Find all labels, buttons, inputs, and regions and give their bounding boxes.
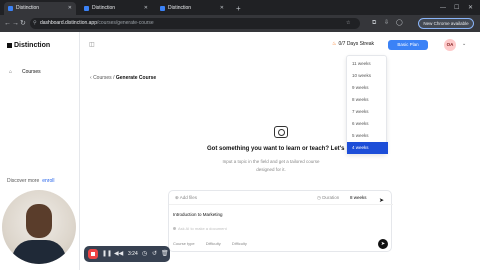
- duration-option[interactable]: 10 weeks: [347, 70, 388, 82]
- favicon-icon: [160, 6, 165, 11]
- presenter-shirt: [12, 240, 66, 264]
- course-type-select[interactable]: Course type: [173, 241, 195, 246]
- send-button[interactable]: ➤: [378, 239, 388, 249]
- browser-tab-2[interactable]: Distinction ✕: [80, 2, 152, 15]
- back-icon[interactable]: ←: [4, 18, 11, 29]
- sidebar-toggle-icon[interactable]: ◫: [89, 41, 95, 48]
- add-files-label: Add files: [179, 195, 198, 200]
- reload-icon[interactable]: ↻: [20, 18, 26, 29]
- discover-more: Discover more enroll: [7, 178, 54, 184]
- breadcrumb-back-icon[interactable]: ‹: [90, 75, 92, 81]
- chrome-update-button[interactable]: New Chrome available: [418, 18, 474, 29]
- timer-icon[interactable]: ◷: [142, 248, 147, 260]
- streak-indicator: ♨ 0/7 Days Streak: [332, 41, 374, 47]
- maximize-icon[interactable]: ☐: [454, 2, 459, 15]
- update-label: New Chrome available: [423, 21, 469, 26]
- mouse-cursor-icon: ➤: [379, 198, 385, 204]
- duration-option-selected[interactable]: 4 weeks: [347, 142, 388, 154]
- duration-dropdown: 11 weeks 10 weeks 9 weeks 8 weeks 7 week…: [346, 55, 388, 154]
- close-window-icon[interactable]: ✕: [468, 2, 473, 15]
- duration-option[interactable]: 6 weeks: [347, 118, 388, 130]
- breadcrumb-current: Generate Course: [115, 75, 157, 81]
- home-icon: ⌂: [9, 69, 13, 75]
- address-row: ← → ↻ ⚲ dashboard.distinction.app/course…: [0, 15, 480, 32]
- send-icon: ➤: [380, 241, 386, 247]
- close-tab-icon[interactable]: ✕: [220, 2, 224, 15]
- topic-input[interactable]: Introduction to Marketing: [173, 212, 223, 217]
- bookmark-icon[interactable]: ☆: [346, 18, 350, 29]
- webcam-overlay: [2, 190, 76, 264]
- difficulty-select[interactable]: Difficulty: [206, 241, 221, 246]
- presenter-face: [26, 204, 52, 238]
- extensions-icon[interactable]: ⧉: [372, 18, 376, 29]
- sidebar-item-courses[interactable]: ⌂ Courses: [9, 69, 41, 75]
- duration-option[interactable]: 11 weeks: [347, 58, 388, 70]
- browser-tab-1[interactable]: Distinction ✕: [4, 2, 76, 15]
- recorder-controls: ❚❚ ◀◀ 3:24 ◷ ↺ 🗑: [84, 246, 170, 262]
- breadcrumb-courses[interactable]: Courses: [93, 75, 112, 81]
- logo-text: Distinction: [14, 42, 51, 49]
- duration-option[interactable]: 8 weeks: [347, 94, 388, 106]
- duration-label: ◷ Duration: [317, 195, 339, 201]
- duration-option[interactable]: 5 weeks: [347, 130, 388, 142]
- minimize-icon[interactable]: —: [440, 2, 446, 15]
- close-tab-icon[interactable]: ✕: [144, 2, 148, 15]
- composer-toolbar: ⊕ Add files ◷ Duration 8 weeks ➤: [169, 191, 393, 205]
- close-tab-icon[interactable]: ✕: [68, 2, 72, 15]
- sparkle-camera-icon: [274, 126, 288, 138]
- address-bar[interactable]: ⚲ dashboard.distinction.app/courses/gene…: [30, 18, 360, 29]
- forward-icon[interactable]: →: [12, 18, 19, 29]
- tab-title: Distinction: [16, 5, 40, 11]
- ai-hint: Ask AI to make a document: [173, 226, 227, 231]
- browser-chrome: Distinction ✕ Distinction ✕ Distinction …: [0, 0, 480, 32]
- browser-tab-3[interactable]: Distinction ✕: [156, 2, 228, 15]
- ai-dot-icon: [173, 227, 176, 230]
- avatar[interactable]: OA: [444, 39, 456, 51]
- recording-time: 3:24: [128, 251, 138, 257]
- tab-title: Distinction: [168, 5, 192, 11]
- favicon-icon: [84, 6, 89, 11]
- delete-icon[interactable]: 🗑: [161, 248, 169, 260]
- discover-text: Discover more: [7, 178, 40, 184]
- duration-option[interactable]: 9 weeks: [347, 82, 388, 94]
- url-host: dashboard.distinction.app: [40, 20, 97, 26]
- download-icon[interactable]: ⇩: [384, 18, 389, 29]
- duration-label-text: Duration: [322, 195, 340, 200]
- chevron-down-icon[interactable]: ⌄: [462, 41, 466, 47]
- flame-icon: ♨: [332, 41, 337, 47]
- composer-options: Course type Difficulty Difficulty: [173, 241, 257, 246]
- course-composer: ⊕ Add files ◷ Duration 8 weeks ➤ Introdu…: [168, 190, 393, 252]
- restart-icon[interactable]: ↺: [152, 248, 157, 260]
- pause-icon[interactable]: ❚❚: [102, 248, 112, 260]
- page-title: Got something you want to learn or teach…: [207, 146, 366, 152]
- lock-icon: ⚲: [33, 20, 37, 26]
- duration-option[interactable]: 7 weeks: [347, 106, 388, 118]
- rewind-icon[interactable]: ◀◀: [114, 248, 123, 260]
- tab-strip: Distinction ✕ Distinction ✕ Distinction …: [0, 0, 480, 15]
- page-subtitle: Input a topic in the field and get a tai…: [222, 159, 320, 172]
- breadcrumb: ‹ Courses / Generate Course: [90, 75, 156, 81]
- difficulty-select-2[interactable]: Difficulty: [232, 241, 247, 246]
- top-bar: ◫ ♨ 0/7 Days Streak Basic Plan OA ⌄: [80, 32, 480, 58]
- plan-button[interactable]: Basic Plan: [388, 40, 428, 50]
- duration-select[interactable]: 8 weeks: [350, 195, 367, 200]
- stop-recording-button[interactable]: [88, 249, 98, 259]
- streak-text: 0/7 Days Streak: [338, 41, 375, 47]
- hint-text: Ask AI to make a document: [178, 226, 227, 231]
- discover-link[interactable]: enroll: [42, 178, 54, 184]
- add-files-button[interactable]: ⊕ Add files: [175, 195, 197, 201]
- breadcrumb-separator: /: [113, 75, 115, 81]
- url-path: /courses/generate-course: [97, 20, 154, 26]
- new-tab-button[interactable]: +: [236, 2, 241, 15]
- app-logo[interactable]: Distinction: [7, 42, 50, 49]
- sidebar-item-label: Courses: [22, 69, 41, 75]
- favicon-icon: [8, 6, 13, 11]
- logo-mark-icon: [7, 42, 12, 48]
- profile-icon[interactable]: ◯: [396, 18, 403, 29]
- tab-title: Distinction: [92, 5, 116, 11]
